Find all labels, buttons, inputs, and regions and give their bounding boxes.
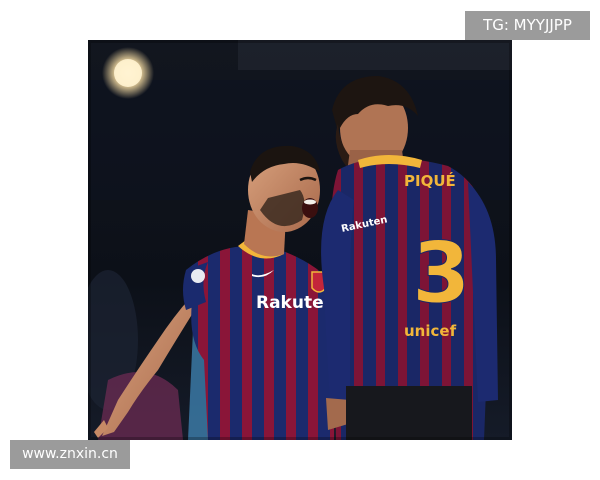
- watermark-label-top: TG: MYYJJPP: [465, 11, 590, 40]
- stands-blur: [238, 40, 512, 70]
- photo-illustration: Rakuten PIQUÉ 3 unicef Rakuten: [88, 40, 512, 440]
- liga-badge-icon: [191, 269, 205, 283]
- page: TG: MYYJJPP Rakuten PIQUÉ 3 unicef Rakut…: [0, 0, 600, 480]
- jersey-number: 3: [412, 224, 470, 322]
- jersey-sponsor-left: Rakuten: [256, 293, 336, 313]
- watermark-label-bottom: www.znxin.cn: [10, 440, 130, 469]
- jersey-name: PIQUÉ: [404, 171, 456, 190]
- jersey-sponsor-right: unicef: [404, 322, 457, 340]
- celebration-photo: Rakuten PIQUÉ 3 unicef Rakuten: [88, 40, 512, 440]
